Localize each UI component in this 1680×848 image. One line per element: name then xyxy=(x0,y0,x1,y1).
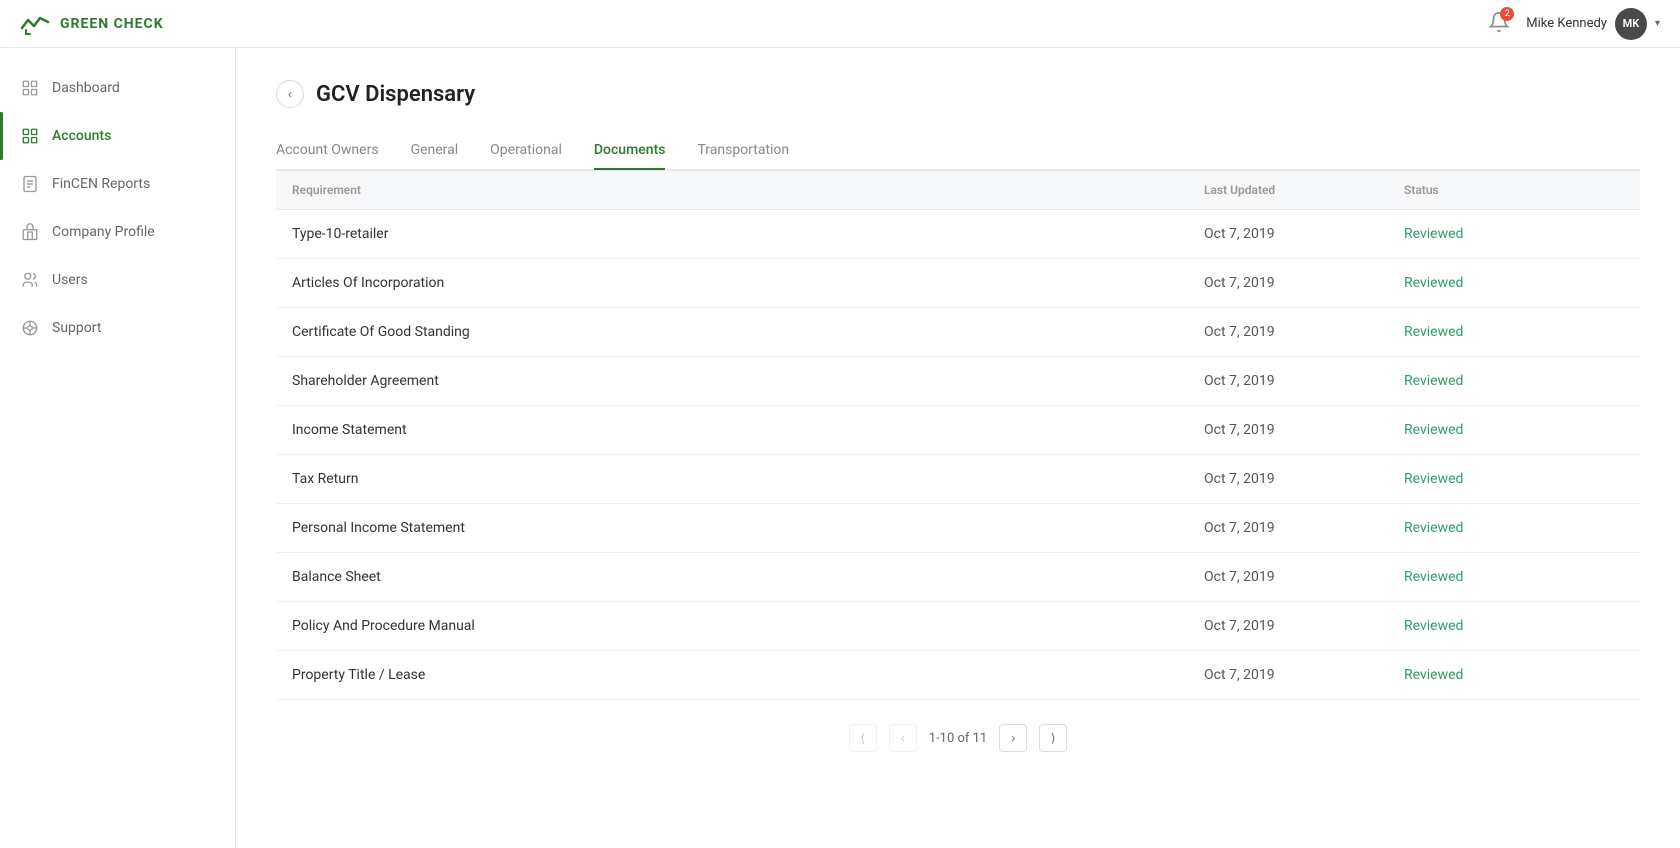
sidebar-item-fincen[interactable]: FinCEN Reports xyxy=(0,160,235,208)
sidebar-item-dashboard[interactable]: Dashboard xyxy=(0,64,235,112)
table-row[interactable]: Tax Return Oct 7, 2019 Reviewed xyxy=(276,455,1640,504)
cell-requirement: Articles Of Incorporation xyxy=(292,275,1204,291)
sidebar-item-company[interactable]: Company Profile xyxy=(0,208,235,256)
col-status: Status xyxy=(1404,183,1624,197)
pagination-next-btn[interactable]: › xyxy=(999,724,1027,752)
cell-date: Oct 7, 2019 xyxy=(1204,324,1404,340)
page-header: ‹ GCV Dispensary xyxy=(276,80,1640,108)
documents-table: Requirement Last Updated Status Type-10-… xyxy=(276,170,1640,700)
pagination-prev-btn[interactable]: ‹ xyxy=(889,724,917,752)
cell-date: Oct 7, 2019 xyxy=(1204,275,1404,291)
cell-date: Oct 7, 2019 xyxy=(1204,471,1404,487)
cell-status: Reviewed xyxy=(1404,471,1624,487)
sidebar: Dashboard Accounts xyxy=(0,48,236,848)
users-icon xyxy=(20,270,40,290)
main-layout: Dashboard Accounts xyxy=(0,48,1680,848)
col-last-updated: Last Updated xyxy=(1204,183,1404,197)
tab-general[interactable]: General xyxy=(411,132,459,170)
cell-date: Oct 7, 2019 xyxy=(1204,373,1404,389)
cell-requirement: Personal Income Statement xyxy=(292,520,1204,536)
cell-requirement: Balance Sheet xyxy=(292,569,1204,585)
cell-date: Oct 7, 2019 xyxy=(1204,618,1404,634)
main-content: ‹ GCV Dispensary Account Owners General … xyxy=(236,48,1680,848)
user-name: Mike Kennedy xyxy=(1526,16,1607,31)
logo-text: GREEN CHECK xyxy=(60,16,164,32)
table-row[interactable]: Personal Income Statement Oct 7, 2019 Re… xyxy=(276,504,1640,553)
logo-icon xyxy=(20,12,52,36)
table-row[interactable]: Shareholder Agreement Oct 7, 2019 Review… xyxy=(276,357,1640,406)
back-button[interactable]: ‹ xyxy=(276,80,304,108)
cell-status: Reviewed xyxy=(1404,667,1624,683)
tab-account-owners[interactable]: Account Owners xyxy=(276,132,379,170)
tab-operational[interactable]: Operational xyxy=(490,132,562,170)
sidebar-item-users[interactable]: Users xyxy=(0,256,235,304)
cell-status: Reviewed xyxy=(1404,569,1624,585)
sidebar-label-support: Support xyxy=(52,320,101,336)
dashboard-icon xyxy=(20,78,40,98)
tab-documents[interactable]: Documents xyxy=(594,132,666,170)
cell-requirement: Policy And Procedure Manual xyxy=(292,618,1204,634)
sidebar-label-fincen: FinCEN Reports xyxy=(52,176,150,192)
cell-date: Oct 7, 2019 xyxy=(1204,422,1404,438)
pagination-first-btn[interactable]: ⟨ xyxy=(849,724,877,752)
tabs: Account Owners General Operational Docum… xyxy=(276,132,1640,170)
table-row[interactable]: Income Statement Oct 7, 2019 Reviewed xyxy=(276,406,1640,455)
cell-status: Reviewed xyxy=(1404,422,1624,438)
table-row[interactable]: Articles Of Incorporation Oct 7, 2019 Re… xyxy=(276,259,1640,308)
page-title: GCV Dispensary xyxy=(316,82,475,107)
cell-status: Reviewed xyxy=(1404,275,1624,291)
cell-requirement: Shareholder Agreement xyxy=(292,373,1204,389)
sidebar-label-company: Company Profile xyxy=(52,224,155,240)
table-header: Requirement Last Updated Status xyxy=(276,170,1640,210)
sidebar-label-accounts: Accounts xyxy=(52,128,111,144)
table-row[interactable]: Balance Sheet Oct 7, 2019 Reviewed xyxy=(276,553,1640,602)
chevron-down-icon: ▾ xyxy=(1655,18,1660,29)
cell-status: Reviewed xyxy=(1404,324,1624,340)
topbar-right: 2 Mike Kennedy MK ▾ xyxy=(1488,8,1660,40)
user-avatar: MK xyxy=(1615,8,1647,40)
col-requirement: Requirement xyxy=(292,183,1204,197)
cell-date: Oct 7, 2019 xyxy=(1204,667,1404,683)
pagination-info: 1-10 of 11 xyxy=(929,731,988,746)
cell-requirement: Tax Return xyxy=(292,471,1204,487)
cell-requirement: Certificate Of Good Standing xyxy=(292,324,1204,340)
cell-status: Reviewed xyxy=(1404,618,1624,634)
table-row[interactable]: Certificate Of Good Standing Oct 7, 2019… xyxy=(276,308,1640,357)
cell-date: Oct 7, 2019 xyxy=(1204,226,1404,242)
notification-bell[interactable]: 2 xyxy=(1488,11,1510,37)
cell-status: Reviewed xyxy=(1404,520,1624,536)
logo: GREEN CHECK xyxy=(20,12,164,36)
cell-status: Reviewed xyxy=(1404,373,1624,389)
table-row[interactable]: Policy And Procedure Manual Oct 7, 2019 … xyxy=(276,602,1640,651)
table-body: Type-10-retailer Oct 7, 2019 Reviewed Ar… xyxy=(276,210,1640,700)
sidebar-item-accounts[interactable]: Accounts xyxy=(0,112,235,160)
sidebar-item-support[interactable]: Support xyxy=(0,304,235,352)
pagination-last-btn[interactable]: ⟩ xyxy=(1039,724,1067,752)
sidebar-label-users: Users xyxy=(52,272,88,288)
cell-requirement: Property Title / Lease xyxy=(292,667,1204,683)
table-row[interactable]: Type-10-retailer Oct 7, 2019 Reviewed xyxy=(276,210,1640,259)
topbar: GREEN CHECK 2 Mike Kennedy MK ▾ xyxy=(0,0,1680,48)
cell-status: Reviewed xyxy=(1404,226,1624,242)
tab-transportation[interactable]: Transportation xyxy=(697,132,789,170)
table-row[interactable]: Property Title / Lease Oct 7, 2019 Revie… xyxy=(276,651,1640,700)
fincen-icon xyxy=(20,174,40,194)
cell-date: Oct 7, 2019 xyxy=(1204,520,1404,536)
notification-badge: 2 xyxy=(1500,7,1514,21)
cell-requirement: Type-10-retailer xyxy=(292,226,1204,242)
user-info[interactable]: Mike Kennedy MK ▾ xyxy=(1526,8,1660,40)
accounts-icon xyxy=(20,126,40,146)
sidebar-label-dashboard: Dashboard xyxy=(52,80,120,96)
company-icon xyxy=(20,222,40,242)
support-icon xyxy=(20,318,40,338)
pagination: ⟨ ‹ 1-10 of 11 › ⟩ xyxy=(276,700,1640,776)
cell-date: Oct 7, 2019 xyxy=(1204,569,1404,585)
cell-requirement: Income Statement xyxy=(292,422,1204,438)
